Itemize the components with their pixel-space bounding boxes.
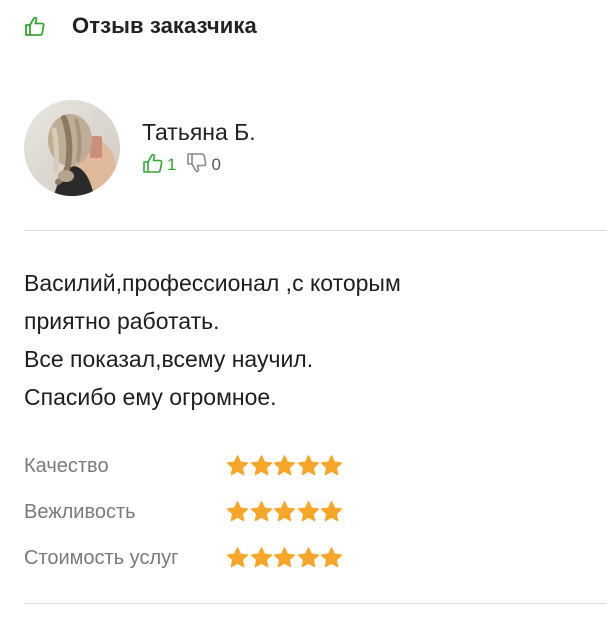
reviewer-info: Татьяна Б. 1 0 [142, 100, 256, 178]
reviewer-name[interactable]: Татьяна Б. [142, 118, 256, 146]
review-line: Василий,профессионал ,с которым [24, 270, 401, 296]
star-icon [250, 547, 272, 568]
star-icon [226, 547, 249, 568]
review-header: Отзыв заказчика [24, 10, 257, 42]
star-icon [250, 455, 272, 476]
star-icon [226, 455, 249, 476]
rating-label: Вежливость [24, 500, 136, 523]
dislike-button[interactable]: 0 [186, 152, 221, 179]
star-icon [250, 501, 272, 522]
review-line: Спасибо ему огромное. [24, 384, 277, 410]
thumbs-down-icon [186, 152, 208, 179]
page-title: Отзыв заказчика [72, 13, 257, 38]
thumbs-up-icon [142, 152, 164, 179]
reviewer-block: Татьяна Б. 1 0 [24, 100, 256, 196]
divider [24, 230, 607, 231]
star-icon [297, 501, 319, 522]
star-icon [320, 501, 343, 522]
like-count: 1 [167, 155, 177, 174]
vote-counters: 1 0 [142, 152, 256, 178]
star-icon [297, 547, 319, 568]
dislike-count: 0 [211, 155, 221, 174]
review-line: Все показал,всему научил. [24, 346, 314, 372]
ratings-list: Качество Вежливость Стоимость услуг [24, 443, 344, 581]
star-icon [226, 501, 249, 522]
star-icon [273, 455, 296, 476]
review-line: приятно работать. [24, 308, 220, 334]
rating-label: Стоимость услуг [24, 546, 179, 569]
divider [24, 603, 607, 604]
star-icon [273, 547, 296, 568]
like-button[interactable]: 1 [142, 152, 176, 179]
star-rating [226, 501, 344, 523]
rating-label: Качество [24, 454, 109, 477]
thumbs-up-icon [24, 15, 46, 37]
star-icon [320, 455, 343, 476]
rating-row-politeness: Вежливость [24, 489, 344, 535]
rating-row-quality: Качество [24, 443, 344, 489]
rating-row-price: Стоимость услуг [24, 535, 344, 581]
star-rating [226, 455, 344, 477]
star-icon [297, 455, 319, 476]
star-icon [320, 547, 343, 568]
review-text: Василий,профессионал ,с которым приятно … [24, 264, 584, 416]
star-rating [226, 547, 344, 569]
star-icon [273, 501, 296, 522]
avatar[interactable] [24, 100, 120, 196]
